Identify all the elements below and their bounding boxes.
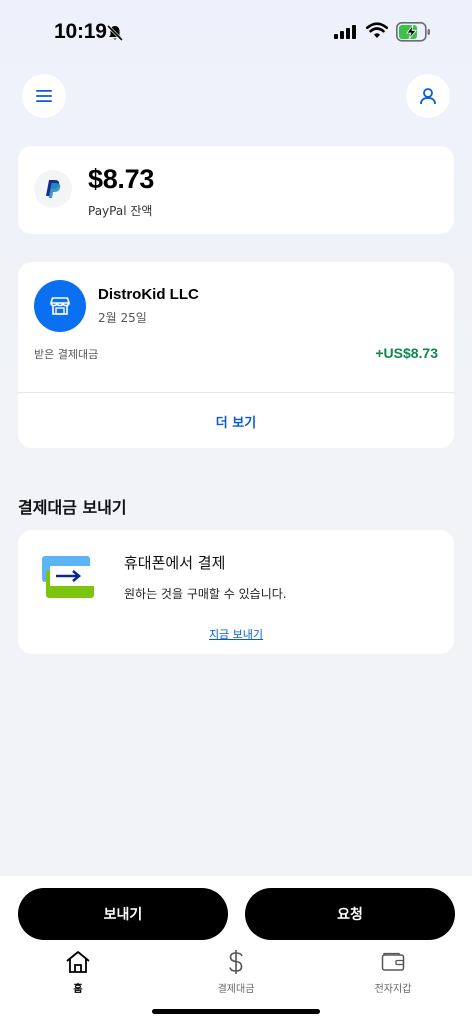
balance-amount: $8.73 <box>88 164 155 194</box>
signal-icon <box>334 25 356 39</box>
send-payment-section-title: 결제대금 보내기 <box>18 498 127 517</box>
balance-label: PayPal 잔액 <box>88 204 153 218</box>
send-now-link[interactable]: 지금 보내기 <box>18 626 454 642</box>
battery-charging-icon <box>396 22 430 42</box>
menu-button[interactable] <box>22 74 66 118</box>
recent-activity-card: DistroKid LLC 2월 25일 받은 결제대금 +US$8.73 더 … <box>18 262 454 448</box>
tab-payments-label: 결제대금 <box>217 984 255 995</box>
user-icon <box>420 88 436 105</box>
paypal-home-screen: 10:19 $8.73 PayPal 잔액 DistroKid LLC 2월 2… <box>0 0 472 1024</box>
send-button[interactable]: 보내기 <box>18 888 228 940</box>
bottom-bar: 보내기 요청 홈 결제대금 전자지갑 <box>0 876 472 1024</box>
tab-payments[interactable]: 결제대금 <box>186 948 286 995</box>
store-icon <box>34 280 86 332</box>
merchant-name[interactable]: DistroKid LLC <box>98 286 199 303</box>
activity-date: 2월 25일 <box>98 311 147 325</box>
bell-off-icon <box>106 24 124 42</box>
send-payment-card[interactable]: 휴대폰에서 결제 원하는 것을 구매할 수 있습니다. 지금 보내기 <box>18 530 454 654</box>
tab-home[interactable]: 홈 <box>28 948 128 995</box>
send-money-icon <box>42 556 96 598</box>
paypal-balance-card[interactable]: $8.73 PayPal 잔액 <box>18 146 454 234</box>
see-more-link[interactable]: 더 보기 <box>18 412 454 431</box>
send-card-description: 원하는 것을 구매할 수 있습니다. <box>124 587 287 601</box>
dollar-icon <box>229 950 243 974</box>
tab-wallet-label: 전자지갑 <box>374 984 412 995</box>
home-indicator <box>152 1009 320 1014</box>
wallet-icon <box>381 952 405 971</box>
status-bar: 10:19 <box>0 0 472 64</box>
home-icon <box>66 951 90 973</box>
request-button[interactable]: 요청 <box>245 888 455 940</box>
send-card-title: 휴대폰에서 결제 <box>124 554 226 572</box>
tab-home-label: 홈 <box>73 984 83 995</box>
payment-type: 받은 결제대금 <box>34 348 99 361</box>
divider <box>18 392 454 393</box>
paypal-logo-icon <box>34 170 72 208</box>
hamburger-menu-icon <box>36 90 52 102</box>
profile-button[interactable] <box>406 74 450 118</box>
tab-wallet[interactable]: 전자지갑 <box>343 948 443 995</box>
wifi-icon <box>366 22 388 38</box>
payment-amount: +US$8.73 <box>375 345 438 361</box>
status-time: 10:19 <box>54 20 107 43</box>
